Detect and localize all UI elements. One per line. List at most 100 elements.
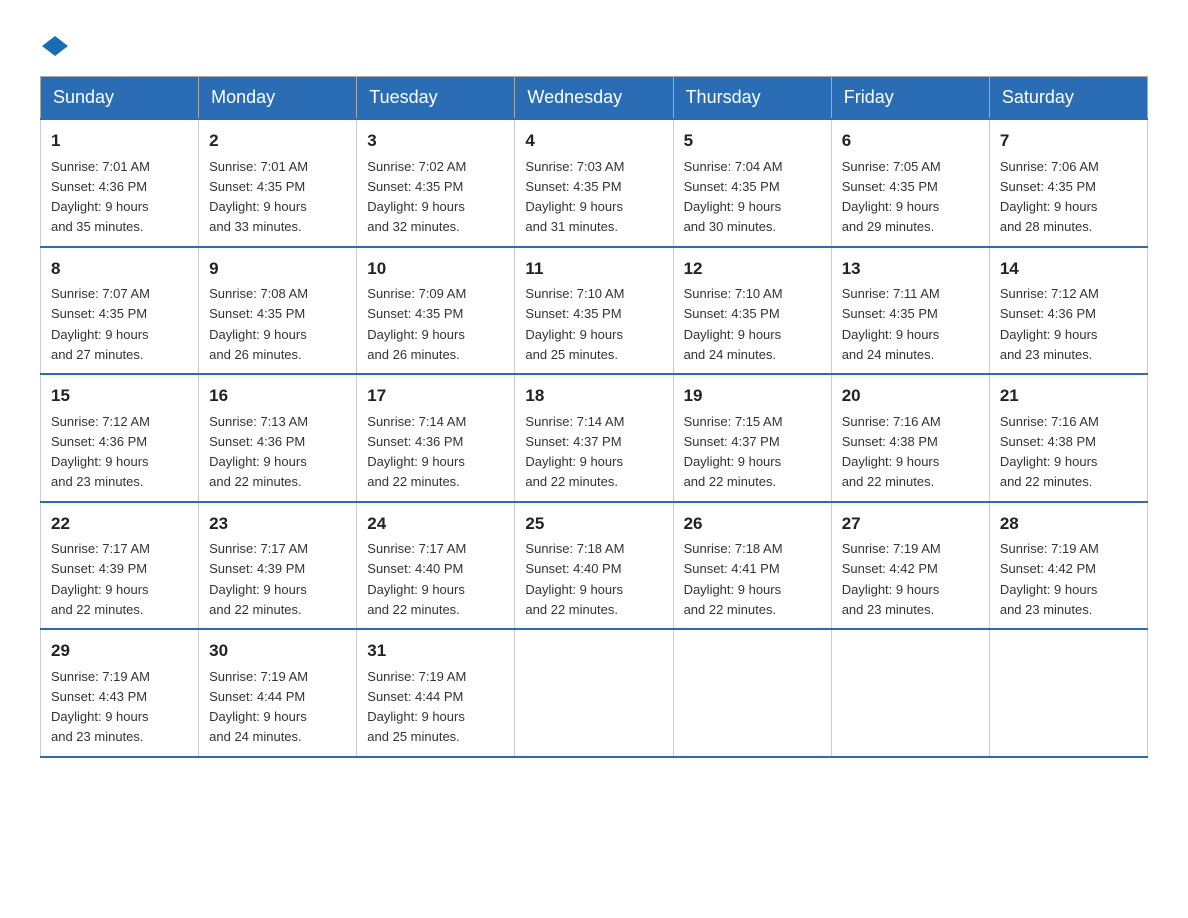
- day-info: Sunrise: 7:16 AMSunset: 4:38 PMDaylight:…: [1000, 414, 1099, 490]
- calendar-cell: 31 Sunrise: 7:19 AMSunset: 4:44 PMDaylig…: [357, 629, 515, 757]
- day-number: 1: [51, 128, 188, 154]
- calendar-cell: 17 Sunrise: 7:14 AMSunset: 4:36 PMDaylig…: [357, 374, 515, 502]
- day-number: 25: [525, 511, 662, 537]
- day-info: Sunrise: 7:19 AMSunset: 4:42 PMDaylight:…: [842, 541, 941, 617]
- calendar-cell: 2 Sunrise: 7:01 AMSunset: 4:35 PMDayligh…: [199, 119, 357, 247]
- calendar-cell: 9 Sunrise: 7:08 AMSunset: 4:35 PMDayligh…: [199, 247, 357, 375]
- calendar-cell: 19 Sunrise: 7:15 AMSunset: 4:37 PMDaylig…: [673, 374, 831, 502]
- day-info: Sunrise: 7:04 AMSunset: 4:35 PMDaylight:…: [684, 159, 783, 235]
- day-number: 20: [842, 383, 979, 409]
- day-info: Sunrise: 7:11 AMSunset: 4:35 PMDaylight:…: [842, 286, 940, 362]
- calendar-cell: 20 Sunrise: 7:16 AMSunset: 4:38 PMDaylig…: [831, 374, 989, 502]
- header: [40, 30, 1148, 56]
- day-info: Sunrise: 7:10 AMSunset: 4:35 PMDaylight:…: [684, 286, 783, 362]
- calendar-cell: 10 Sunrise: 7:09 AMSunset: 4:35 PMDaylig…: [357, 247, 515, 375]
- calendar-cell: 26 Sunrise: 7:18 AMSunset: 4:41 PMDaylig…: [673, 502, 831, 630]
- calendar-cell: 15 Sunrise: 7:12 AMSunset: 4:36 PMDaylig…: [41, 374, 199, 502]
- day-info: Sunrise: 7:12 AMSunset: 4:36 PMDaylight:…: [1000, 286, 1099, 362]
- day-number: 17: [367, 383, 504, 409]
- calendar-week-row: 8 Sunrise: 7:07 AMSunset: 4:35 PMDayligh…: [41, 247, 1148, 375]
- day-info: Sunrise: 7:19 AMSunset: 4:42 PMDaylight:…: [1000, 541, 1099, 617]
- day-info: Sunrise: 7:08 AMSunset: 4:35 PMDaylight:…: [209, 286, 308, 362]
- day-info: Sunrise: 7:06 AMSunset: 4:35 PMDaylight:…: [1000, 159, 1099, 235]
- day-info: Sunrise: 7:02 AMSunset: 4:35 PMDaylight:…: [367, 159, 466, 235]
- day-info: Sunrise: 7:14 AMSunset: 4:37 PMDaylight:…: [525, 414, 624, 490]
- header-thursday: Thursday: [673, 77, 831, 120]
- day-info: Sunrise: 7:19 AMSunset: 4:44 PMDaylight:…: [367, 669, 466, 745]
- day-info: Sunrise: 7:01 AMSunset: 4:35 PMDaylight:…: [209, 159, 308, 235]
- calendar-table: SundayMondayTuesdayWednesdayThursdayFrid…: [40, 76, 1148, 758]
- day-number: 23: [209, 511, 346, 537]
- day-number: 9: [209, 256, 346, 282]
- day-info: Sunrise: 7:13 AMSunset: 4:36 PMDaylight:…: [209, 414, 308, 490]
- day-number: 24: [367, 511, 504, 537]
- day-number: 12: [684, 256, 821, 282]
- day-number: 3: [367, 128, 504, 154]
- day-info: Sunrise: 7:16 AMSunset: 4:38 PMDaylight:…: [842, 414, 941, 490]
- calendar-cell: 29 Sunrise: 7:19 AMSunset: 4:43 PMDaylig…: [41, 629, 199, 757]
- calendar-cell: 5 Sunrise: 7:04 AMSunset: 4:35 PMDayligh…: [673, 119, 831, 247]
- day-number: 28: [1000, 511, 1137, 537]
- calendar-cell: 3 Sunrise: 7:02 AMSunset: 4:35 PMDayligh…: [357, 119, 515, 247]
- calendar-week-row: 22 Sunrise: 7:17 AMSunset: 4:39 PMDaylig…: [41, 502, 1148, 630]
- calendar-cell: 1 Sunrise: 7:01 AMSunset: 4:36 PMDayligh…: [41, 119, 199, 247]
- day-info: Sunrise: 7:19 AMSunset: 4:43 PMDaylight:…: [51, 669, 150, 745]
- day-info: Sunrise: 7:09 AMSunset: 4:35 PMDaylight:…: [367, 286, 466, 362]
- day-number: 27: [842, 511, 979, 537]
- day-number: 22: [51, 511, 188, 537]
- calendar-cell: 14 Sunrise: 7:12 AMSunset: 4:36 PMDaylig…: [989, 247, 1147, 375]
- header-saturday: Saturday: [989, 77, 1147, 120]
- calendar-cell: 28 Sunrise: 7:19 AMSunset: 4:42 PMDaylig…: [989, 502, 1147, 630]
- day-info: Sunrise: 7:10 AMSunset: 4:35 PMDaylight:…: [525, 286, 624, 362]
- day-info: Sunrise: 7:01 AMSunset: 4:36 PMDaylight:…: [51, 159, 150, 235]
- calendar-cell: [515, 629, 673, 757]
- day-number: 2: [209, 128, 346, 154]
- header-sunday: Sunday: [41, 77, 199, 120]
- calendar-week-row: 15 Sunrise: 7:12 AMSunset: 4:36 PMDaylig…: [41, 374, 1148, 502]
- calendar-week-row: 29 Sunrise: 7:19 AMSunset: 4:43 PMDaylig…: [41, 629, 1148, 757]
- calendar-header-row: SundayMondayTuesdayWednesdayThursdayFrid…: [41, 77, 1148, 120]
- calendar-week-row: 1 Sunrise: 7:01 AMSunset: 4:36 PMDayligh…: [41, 119, 1148, 247]
- calendar-cell: 22 Sunrise: 7:17 AMSunset: 4:39 PMDaylig…: [41, 502, 199, 630]
- calendar-cell: 24 Sunrise: 7:17 AMSunset: 4:40 PMDaylig…: [357, 502, 515, 630]
- day-info: Sunrise: 7:17 AMSunset: 4:40 PMDaylight:…: [367, 541, 466, 617]
- calendar-cell: 18 Sunrise: 7:14 AMSunset: 4:37 PMDaylig…: [515, 374, 673, 502]
- day-info: Sunrise: 7:07 AMSunset: 4:35 PMDaylight:…: [51, 286, 150, 362]
- calendar-cell: 13 Sunrise: 7:11 AMSunset: 4:35 PMDaylig…: [831, 247, 989, 375]
- calendar-cell: 30 Sunrise: 7:19 AMSunset: 4:44 PMDaylig…: [199, 629, 357, 757]
- day-number: 26: [684, 511, 821, 537]
- header-wednesday: Wednesday: [515, 77, 673, 120]
- logo: [40, 30, 70, 56]
- day-number: 19: [684, 383, 821, 409]
- day-number: 31: [367, 638, 504, 664]
- day-number: 10: [367, 256, 504, 282]
- calendar-cell: [831, 629, 989, 757]
- day-info: Sunrise: 7:17 AMSunset: 4:39 PMDaylight:…: [51, 541, 150, 617]
- calendar-cell: 8 Sunrise: 7:07 AMSunset: 4:35 PMDayligh…: [41, 247, 199, 375]
- calendar-cell: 4 Sunrise: 7:03 AMSunset: 4:35 PMDayligh…: [515, 119, 673, 247]
- calendar-cell: [989, 629, 1147, 757]
- day-info: Sunrise: 7:12 AMSunset: 4:36 PMDaylight:…: [51, 414, 150, 490]
- day-number: 15: [51, 383, 188, 409]
- day-info: Sunrise: 7:05 AMSunset: 4:35 PMDaylight:…: [842, 159, 941, 235]
- calendar-cell: 21 Sunrise: 7:16 AMSunset: 4:38 PMDaylig…: [989, 374, 1147, 502]
- day-number: 11: [525, 256, 662, 282]
- day-number: 29: [51, 638, 188, 664]
- day-number: 5: [684, 128, 821, 154]
- calendar-cell: [673, 629, 831, 757]
- calendar-cell: 25 Sunrise: 7:18 AMSunset: 4:40 PMDaylig…: [515, 502, 673, 630]
- header-friday: Friday: [831, 77, 989, 120]
- day-info: Sunrise: 7:15 AMSunset: 4:37 PMDaylight:…: [684, 414, 783, 490]
- day-number: 4: [525, 128, 662, 154]
- calendar-cell: 12 Sunrise: 7:10 AMSunset: 4:35 PMDaylig…: [673, 247, 831, 375]
- calendar-cell: 16 Sunrise: 7:13 AMSunset: 4:36 PMDaylig…: [199, 374, 357, 502]
- day-info: Sunrise: 7:19 AMSunset: 4:44 PMDaylight:…: [209, 669, 308, 745]
- calendar-cell: 7 Sunrise: 7:06 AMSunset: 4:35 PMDayligh…: [989, 119, 1147, 247]
- day-info: Sunrise: 7:03 AMSunset: 4:35 PMDaylight:…: [525, 159, 624, 235]
- day-info: Sunrise: 7:18 AMSunset: 4:40 PMDaylight:…: [525, 541, 624, 617]
- day-number: 16: [209, 383, 346, 409]
- calendar-cell: 6 Sunrise: 7:05 AMSunset: 4:35 PMDayligh…: [831, 119, 989, 247]
- day-info: Sunrise: 7:18 AMSunset: 4:41 PMDaylight:…: [684, 541, 783, 617]
- day-info: Sunrise: 7:14 AMSunset: 4:36 PMDaylight:…: [367, 414, 466, 490]
- day-number: 14: [1000, 256, 1137, 282]
